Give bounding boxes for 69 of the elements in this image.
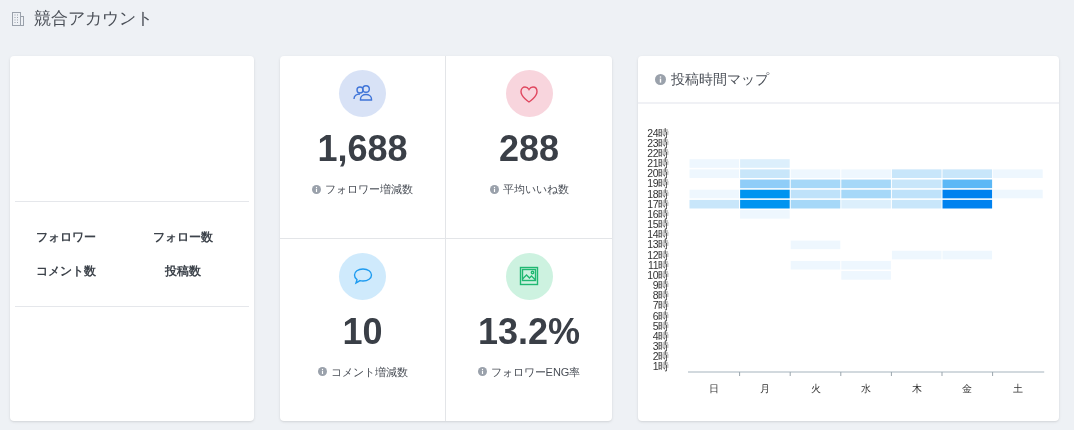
heatmap-cell <box>740 199 790 209</box>
hour-label: 24時 <box>647 126 669 139</box>
info-icon <box>312 184 321 194</box>
metric-label: フォロワー <box>36 229 96 246</box>
day-label: 火 <box>810 383 821 394</box>
day-label: 木 <box>911 383 922 394</box>
heatmap-cell <box>942 199 993 209</box>
heatmap-cell <box>942 189 993 199</box>
page-title: 競合アカウント <box>34 8 153 31</box>
day-label: 日 <box>709 383 720 394</box>
heatmap-cell <box>891 169 942 178</box>
heatmap-cell <box>790 179 841 189</box>
heatmap-cell <box>891 189 942 199</box>
heatmap-cell <box>993 169 1043 178</box>
day-label: 月 <box>759 383 770 394</box>
stat-label: コメント増減数 <box>330 364 408 380</box>
hour-label: 7時 <box>652 299 669 312</box>
heatmap-cell <box>740 169 790 178</box>
stat-value: 288 <box>498 127 560 171</box>
hour-label: 9時 <box>652 279 669 292</box>
heatmap-cell <box>740 210 790 219</box>
hour-label: 1時 <box>652 360 669 373</box>
heatmap-cell <box>790 199 841 209</box>
info-icon <box>477 367 487 377</box>
metric-label: 投稿数 <box>164 263 202 280</box>
heatmap-cell <box>841 199 891 209</box>
metric-label: コメント数 <box>36 263 96 280</box>
heatmap-cell <box>841 179 891 189</box>
stat-label: フォロワーENG率 <box>490 364 581 380</box>
heatmap-cell <box>841 189 891 199</box>
hour-label: 20時 <box>647 167 669 180</box>
image-icon <box>517 264 541 288</box>
hour-label: 13時 <box>647 238 669 251</box>
stat-label: フォロワー増減数 <box>325 182 413 197</box>
metric-label: フォロー数 <box>152 229 214 246</box>
heatmap-cell <box>740 159 790 168</box>
heatmap-cell <box>790 169 841 178</box>
heatmap-cell <box>689 199 740 209</box>
building-icon <box>10 11 26 27</box>
heatmap-cell <box>841 169 891 178</box>
card-title: 投稿時間マップ <box>671 69 769 89</box>
stat-label: 平均いいね数 <box>502 182 569 197</box>
hour-label: 2時 <box>652 350 669 363</box>
heatmap-cell <box>689 169 740 178</box>
heatmap-cell <box>790 189 841 199</box>
hour-label: 14時 <box>647 228 669 241</box>
heatmap-cell <box>689 189 740 199</box>
heatmap-cell <box>942 179 993 189</box>
hour-label: 8時 <box>652 289 669 302</box>
info-icon <box>317 367 327 377</box>
heatmap-cell <box>740 179 790 189</box>
heatmap-cell <box>891 179 942 189</box>
heatmap-cell <box>740 189 790 199</box>
day-label: 金 <box>962 383 973 394</box>
hour-label: 19時 <box>647 177 669 190</box>
stat-value: 13.2% <box>477 309 581 354</box>
heatmap-cell <box>993 189 1043 199</box>
day-label: 土 <box>1012 383 1023 394</box>
heatmap-cell <box>689 159 740 168</box>
info-icon <box>655 73 666 85</box>
heatmap-cell <box>891 199 942 209</box>
info-icon <box>489 184 499 194</box>
stat-value: 10 <box>342 309 383 354</box>
hour-label: 15時 <box>647 218 669 231</box>
stat-value: 1,688 <box>317 127 408 171</box>
day-label: 水 <box>861 383 872 394</box>
hour-label: 21時 <box>647 157 669 169</box>
hour-label: 3時 <box>652 340 669 353</box>
heatmap-cell <box>942 169 993 178</box>
